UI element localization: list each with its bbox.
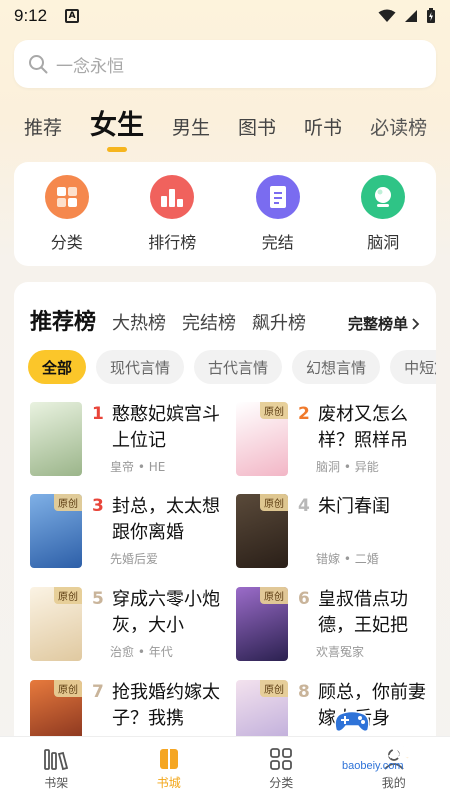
book-meta: 欢喜冤家 bbox=[316, 645, 365, 659]
book-cover: 原创 bbox=[236, 494, 288, 568]
tab-female[interactable]: 女生 bbox=[90, 103, 144, 152]
book-title: 废材又怎么样？照样吊 bbox=[318, 404, 408, 451]
book-item[interactable]: 原创 5 穿成六零小炮灰，大小 治愈 • 年代 bbox=[30, 587, 230, 667]
genre-chips: 全部 现代言情 古代言情 幻想言情 中短篇 bbox=[28, 350, 436, 384]
book-item[interactable]: 原创 3 封总，太太想跟你离婚 先婚后爱 bbox=[30, 494, 230, 574]
book-title: 皇叔借点功德，王妃把 bbox=[318, 589, 408, 636]
original-tag: 原创 bbox=[54, 680, 82, 697]
ranking-panel: 推荐榜 大热榜 完结榜 飙升榜 完整榜单 全部 现代言情 古代言情 幻想言情 中… bbox=[14, 282, 436, 752]
crystal-ball-icon bbox=[361, 175, 406, 219]
tab-audio[interactable]: 听书 bbox=[304, 113, 342, 152]
watermark: 宝贝游戏网 baobeiy.com bbox=[300, 708, 448, 784]
grid-icon bbox=[44, 175, 89, 219]
original-tag: 原创 bbox=[260, 587, 288, 604]
quick-entry-brainstorm[interactable]: 脑洞 bbox=[343, 175, 423, 253]
chip-modern-romance[interactable]: 现代言情 bbox=[96, 350, 185, 384]
book-item[interactable]: 原创 6 皇叔借点功德，王妃把 欢喜冤家 bbox=[236, 587, 436, 667]
ranking-tab-rising[interactable]: 飙升榜 bbox=[252, 309, 306, 335]
rank-number: 1 bbox=[92, 404, 104, 424]
quick-entry-finished[interactable]: 完结 bbox=[238, 175, 318, 253]
tab-male[interactable]: 男生 bbox=[172, 113, 210, 152]
nav-label: 书架 bbox=[44, 776, 69, 790]
quick-entry-card: 分类 排行榜 完结 脑洞 bbox=[14, 162, 436, 266]
gamepad-icon bbox=[334, 710, 370, 733]
original-tag: 原创 bbox=[54, 587, 82, 604]
original-tag: 原创 bbox=[260, 680, 288, 697]
battery-icon bbox=[427, 8, 435, 23]
tab-books[interactable]: 图书 bbox=[238, 113, 276, 152]
rank-number: 6 bbox=[298, 589, 310, 609]
original-tag: 原创 bbox=[260, 402, 288, 419]
podium-icon bbox=[150, 175, 195, 219]
ranking-tab-finished[interactable]: 完结榜 bbox=[182, 309, 236, 335]
search-bar[interactable]: 一念永恒 bbox=[14, 40, 436, 88]
book-cover: 原创 bbox=[30, 587, 82, 661]
book-item[interactable]: 1 憨憨妃嫔宫斗上位记 皇帝 • HE bbox=[30, 402, 230, 482]
bookshelf-icon bbox=[43, 746, 69, 772]
channel-tabs: 推荐 女生 男生 图书 听书 必读榜 bbox=[24, 104, 436, 152]
tab-must-read[interactable]: 必读榜 bbox=[370, 113, 427, 152]
nav-label: 分类 bbox=[269, 776, 294, 790]
status-time: 9:12 bbox=[14, 6, 48, 25]
book-meta: 脑洞 • 异能 bbox=[316, 460, 379, 474]
rank-number: 8 bbox=[298, 682, 310, 702]
status-bar: 9:12 A bbox=[0, 0, 450, 32]
chip-all[interactable]: 全部 bbox=[28, 350, 87, 384]
book-meta: 皇帝 • HE bbox=[110, 460, 166, 474]
tab-recommend[interactable]: 推荐 bbox=[24, 113, 62, 152]
book-title: 憨憨妃嫔宫斗上位记 bbox=[112, 404, 220, 451]
book-title: 抢我婚约嫁太子？我携 bbox=[112, 682, 220, 729]
quick-entry-label: 脑洞 bbox=[367, 233, 400, 252]
quick-entry-label: 排行榜 bbox=[148, 233, 197, 252]
rank-number: 3 bbox=[92, 496, 104, 516]
book-meta: 错嫁 • 二婚 bbox=[316, 552, 379, 566]
bookstore-icon bbox=[157, 746, 181, 772]
search-placeholder: 一念永恒 bbox=[56, 56, 124, 77]
book-item[interactable]: 原创 4 朱门春闺 错嫁 • 二婚 bbox=[236, 494, 436, 574]
book-done-icon bbox=[255, 175, 300, 219]
watermark-url: baobeiy.com bbox=[342, 760, 404, 772]
ranking-tab-hot[interactable]: 大热榜 bbox=[112, 309, 166, 335]
wifi-icon bbox=[378, 9, 396, 22]
nav-bookshelf[interactable]: 书架 bbox=[16, 746, 96, 791]
search-icon bbox=[29, 55, 48, 74]
notification-icon: A bbox=[65, 9, 80, 23]
full-ranking-link[interactable]: 完整榜单 bbox=[348, 313, 420, 334]
ranking-title[interactable]: 推荐榜 bbox=[30, 304, 96, 336]
book-title: 封总，太太想跟你离婚 bbox=[112, 496, 220, 543]
ranking-header: 推荐榜 大热榜 完结榜 飙升榜 完整榜单 bbox=[30, 304, 420, 336]
nav-bookstore[interactable]: 书城 bbox=[129, 746, 209, 791]
book-meta: 先婚后爱 bbox=[110, 552, 159, 566]
book-title: 穿成六零小炮灰，大小 bbox=[112, 589, 220, 636]
book-meta: 治愈 • 年代 bbox=[110, 645, 173, 659]
status-icons bbox=[378, 8, 436, 24]
full-ranking-label: 完整榜单 bbox=[347, 315, 408, 333]
original-tag: 原创 bbox=[54, 494, 82, 511]
quick-entry-label: 分类 bbox=[50, 233, 83, 252]
chip-ancient-romance[interactable]: 古代言情 bbox=[194, 350, 283, 384]
rank-number: 5 bbox=[92, 589, 104, 609]
book-item[interactable]: 原创 2 废材又怎么样？照样吊 脑洞 • 异能 bbox=[236, 402, 436, 482]
original-tag: 原创 bbox=[260, 494, 288, 511]
book-cover: 原创 bbox=[236, 587, 288, 661]
quick-entry-category[interactable]: 分类 bbox=[27, 175, 107, 253]
book-title: 朱门春闺 bbox=[318, 496, 390, 517]
rank-number: 7 bbox=[92, 682, 104, 702]
book-cover: 原创 bbox=[236, 402, 288, 476]
nav-label: 书城 bbox=[156, 776, 181, 790]
book-cover: 原创 bbox=[30, 494, 82, 568]
chip-fantasy-romance[interactable]: 幻想言情 bbox=[292, 350, 381, 384]
book-cover bbox=[30, 402, 82, 476]
category-grid-icon bbox=[269, 746, 293, 772]
chevron-right-icon bbox=[412, 317, 420, 330]
rank-number: 4 bbox=[298, 496, 310, 516]
quick-entry-ranking[interactable]: 排行榜 bbox=[132, 175, 212, 253]
signal-icon bbox=[405, 10, 417, 22]
quick-entry-label: 完结 bbox=[261, 233, 294, 252]
chip-short-story[interactable]: 中短篇 bbox=[390, 350, 436, 384]
rank-number: 2 bbox=[298, 404, 310, 424]
